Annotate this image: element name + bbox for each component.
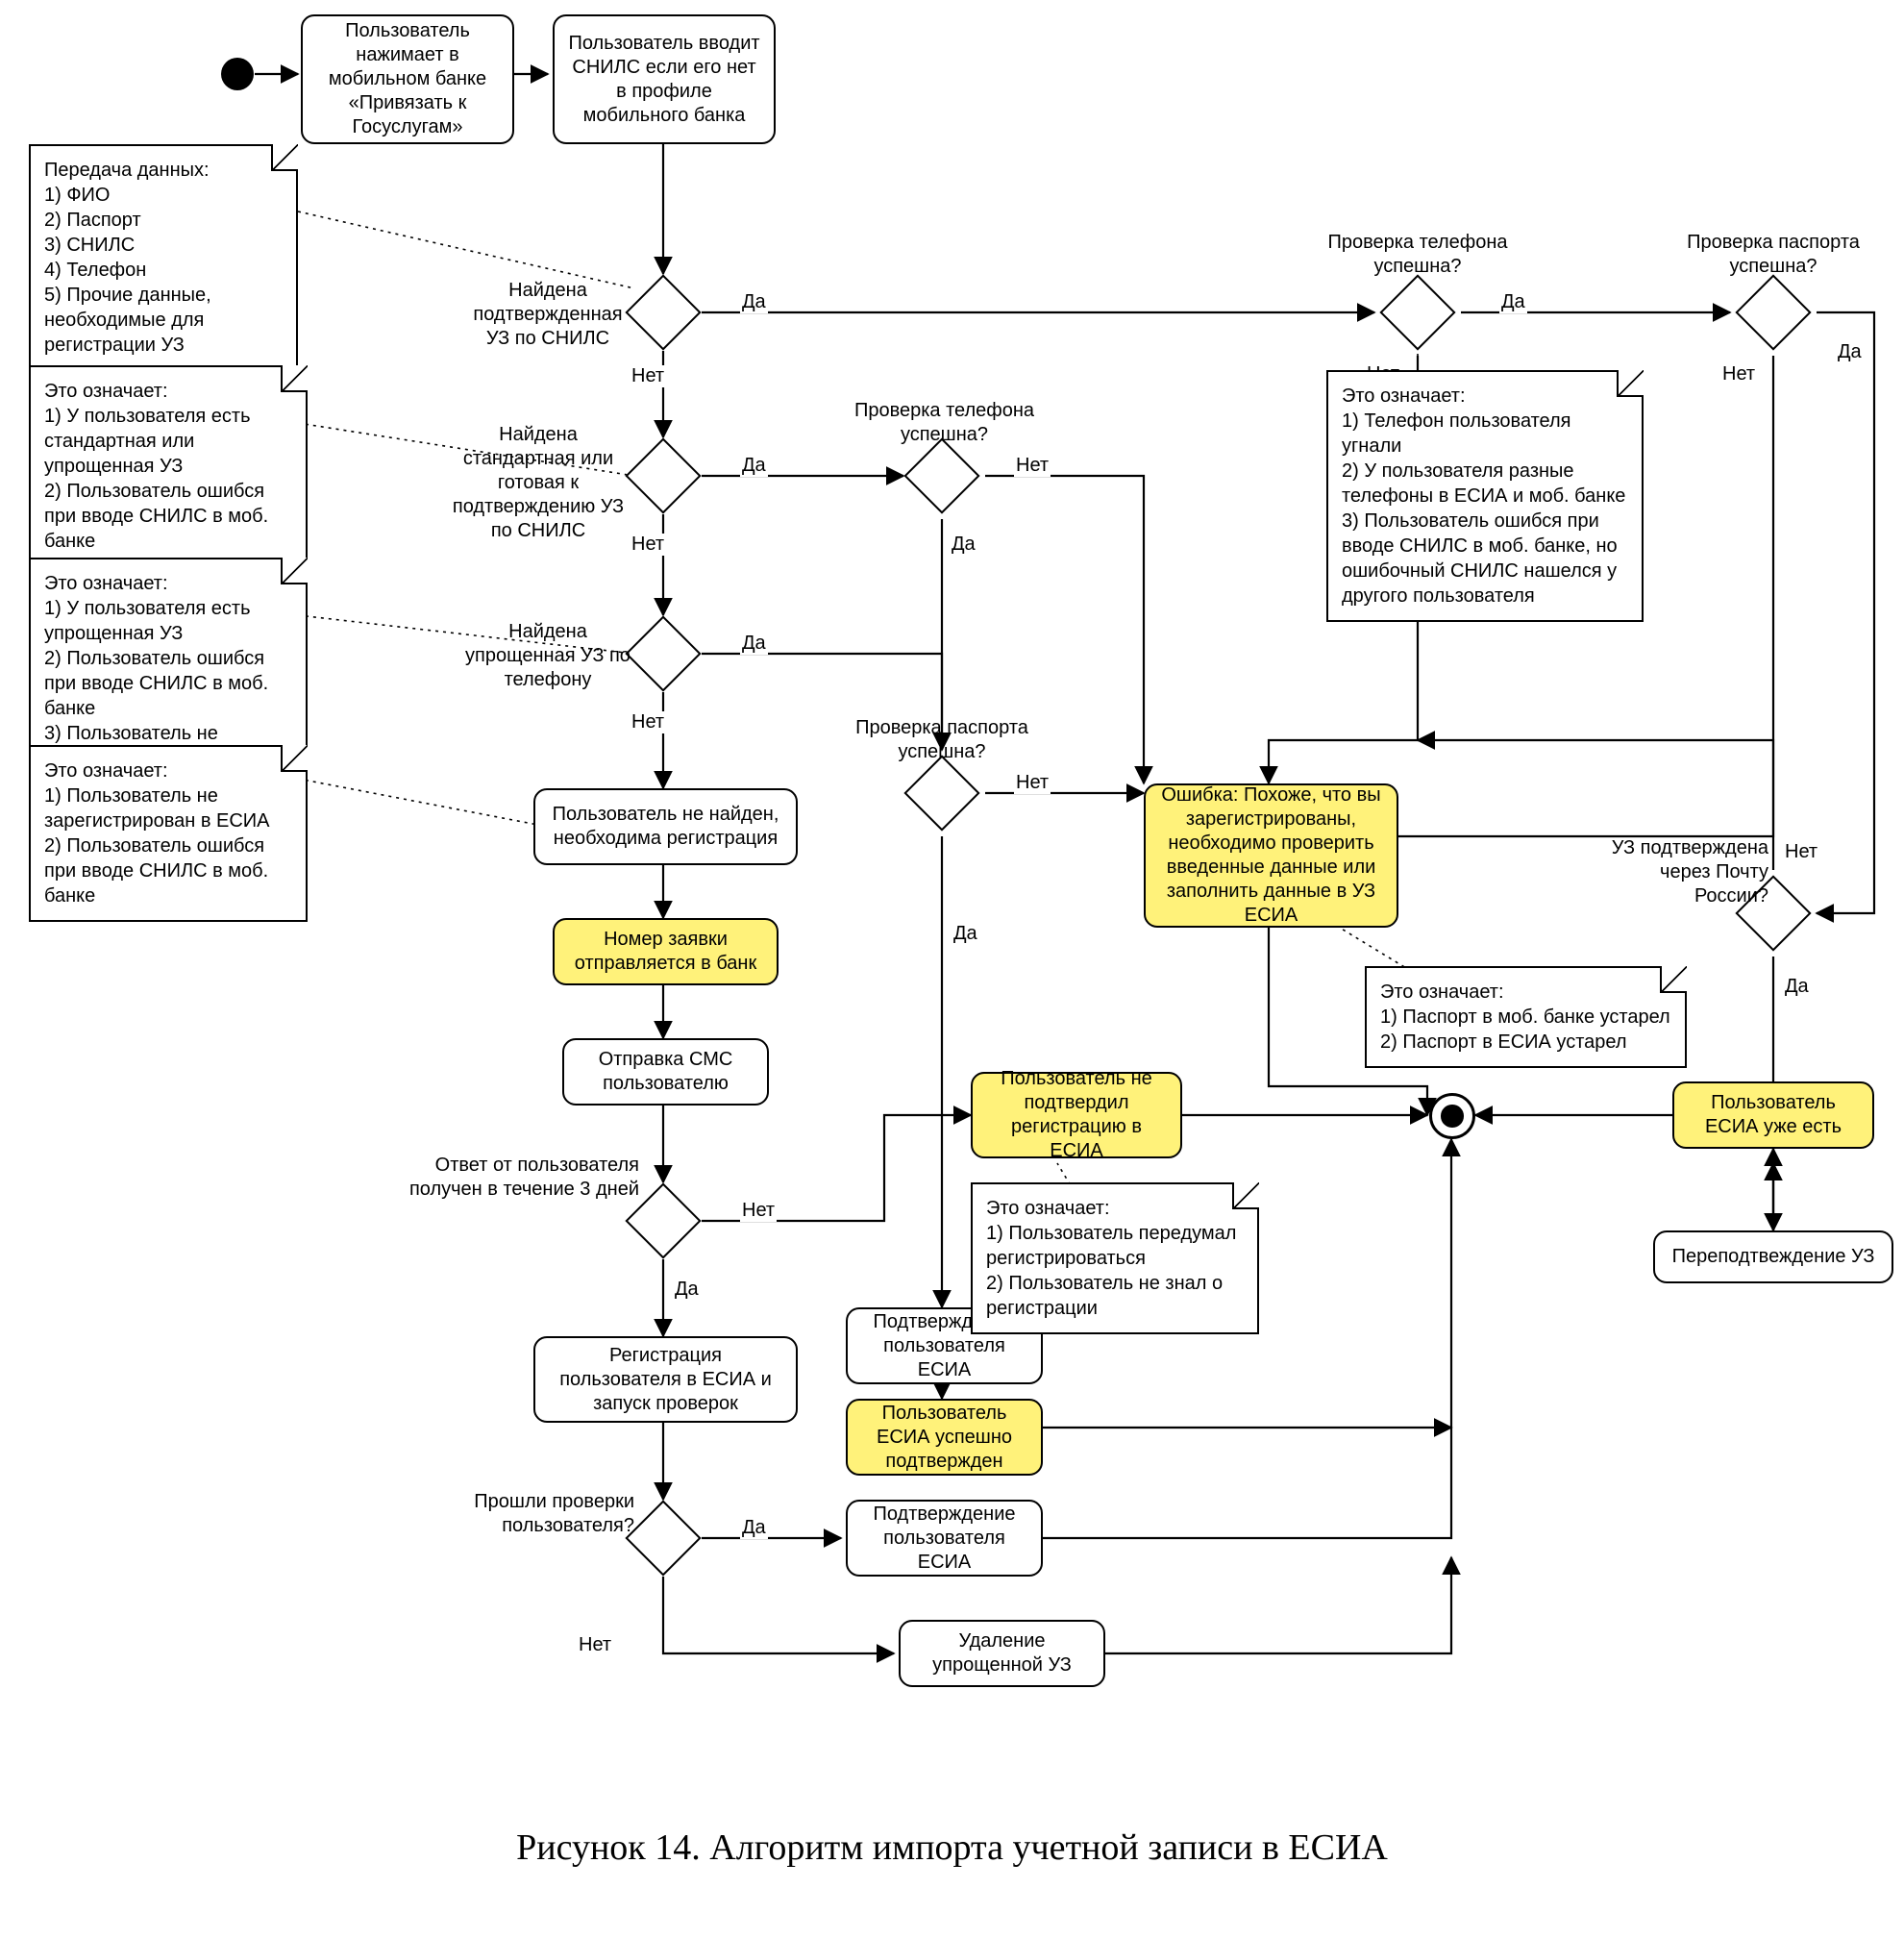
decision-simplified-by-phone [625, 615, 701, 691]
edge-label: Да [952, 923, 979, 945]
edge-label: Нет [1720, 363, 1757, 385]
edge-label: Нет [740, 1200, 777, 1222]
note-phone-mismatch-reasons: Это означает: 1) Телефон пользователя уг… [1326, 370, 1644, 622]
edge-label: Нет [630, 711, 666, 733]
decision-simplified-by-phone-label: Найдена упрощенная УЗ по телефону [461, 620, 634, 692]
start-node [221, 58, 254, 90]
edge-label: Да [950, 534, 977, 556]
edge-label: Да [1499, 291, 1527, 313]
decision-passport-check-1-label: Проверка паспорта успешна? [846, 716, 1038, 764]
decision-confirmed-by-snils [625, 274, 701, 350]
edge-label: Да [740, 633, 768, 655]
decision-passport-check-1 [903, 755, 979, 831]
edge-label: Нет [1783, 841, 1819, 863]
decision-phone-check-2 [1379, 274, 1455, 350]
decision-user-responded-3-days-label: Ответ от пользователя получен в течение … [404, 1154, 639, 1202]
node-register-in-esia: Регистрация пользователя в ЕСИА и запуск… [533, 1336, 798, 1423]
note-user-changed-mind: Это означает: 1) Пользователь передумал … [971, 1182, 1259, 1334]
decision-standard-by-snils-label: Найдена стандартная или готовая к подтве… [442, 423, 634, 543]
edge-label: Да [740, 455, 768, 477]
node-user-confirmed-success: Пользователь ЕСИА успешно подтвержден [846, 1399, 1043, 1476]
edge-label: Да [673, 1279, 701, 1301]
node-user-enters-snils: Пользователь вводит СНИЛС если его нет в… [553, 14, 776, 144]
node-user-already-exists: Пользователь ЕСИА уже есть [1672, 1081, 1874, 1149]
note-means-not-registered: Это означает: 1) Пользователь не зарегис… [29, 745, 308, 922]
note-passport-stale: Это означает: 1) Паспорт в моб. банке ус… [1365, 966, 1687, 1068]
edge-label: Нет [1014, 772, 1051, 794]
decision-checks-passed-label: Прошли проверки пользователя? [437, 1490, 634, 1538]
node-user-clicks-bind: Пользователь нажимает в мобильном банке … [301, 14, 514, 144]
decision-confirmed-by-snils-label: Найдена подтвержденная УЗ по СНИЛС [461, 279, 634, 351]
node-request-number-to-bank: Номер заявки отправляется в банк [553, 918, 779, 985]
edge-label: Нет [630, 534, 666, 556]
edge-label: Нет [1014, 455, 1051, 477]
decision-passport-check-2-label: Проверка паспорта успешна? [1677, 231, 1869, 279]
note-data-transfer: Передача данных: 1) ФИО 2) Паспорт 3) СН… [29, 144, 298, 371]
node-send-sms: Отправка СМС пользователю [562, 1038, 769, 1106]
figure-caption: Рисунок 14. Алгоритм импорта учетной зап… [0, 1826, 1904, 1869]
edge-label: Да [740, 291, 768, 313]
edge-label: Да [1783, 976, 1811, 998]
node-user-did-not-confirm: Пользователь не подтвердил регистрацию в… [971, 1072, 1182, 1158]
decision-standard-by-snils [625, 437, 701, 513]
node-reconfirm-acct: Переподтвеждение УЗ [1653, 1230, 1893, 1283]
flowchart-canvas: Пользователь нажимает в мобильном банке … [0, 0, 1904, 1938]
merge-end-node [1429, 1093, 1475, 1139]
edge-label: Да [740, 1517, 768, 1539]
decision-passport-check-2 [1735, 274, 1811, 350]
decision-phone-check-1-label: Проверка телефона успешна? [846, 399, 1043, 447]
decision-confirmed-via-post-label: УЗ подтверждена через Почту России? [1595, 836, 1768, 908]
edge-label: Да [1836, 341, 1864, 363]
decision-phone-check-1 [903, 437, 979, 513]
decision-phone-check-2-label: Проверка телефона успешна? [1317, 231, 1519, 279]
decision-checks-passed [625, 1500, 701, 1576]
node-confirm-user-esia-2: Подтверждение пользователя ЕСИА [846, 1500, 1043, 1577]
edge-label: Нет [630, 365, 666, 387]
node-user-not-found: Пользователь не найден, необходима регис… [533, 788, 798, 865]
edge-label: Нет [577, 1634, 613, 1656]
node-error-already-registered: Ошибка: Похоже, что вы зарегистрированы,… [1144, 783, 1398, 928]
node-delete-simplified-acct: Удаление упрощенной УЗ [899, 1620, 1105, 1687]
